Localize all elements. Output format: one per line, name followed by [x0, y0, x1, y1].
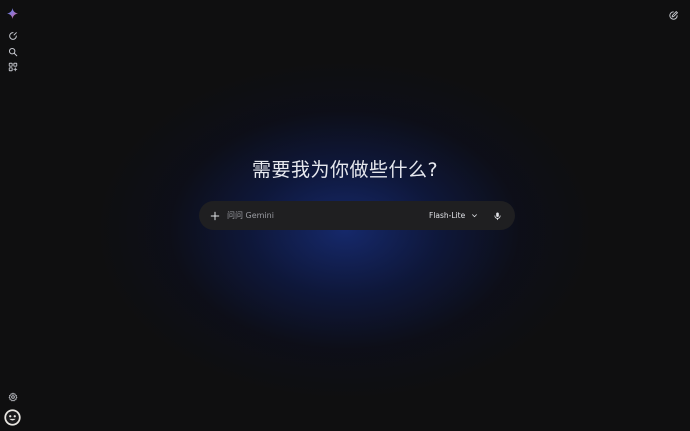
- model-label: Flash-Lite: [429, 211, 466, 220]
- microphone-icon: [494, 211, 501, 220]
- sidebar-rail: [0, 0, 26, 431]
- chevron-down-icon: [471, 212, 478, 219]
- page-title: 需要我为你做些什么?: [251, 159, 439, 181]
- prompt-input[interactable]: [227, 206, 417, 225]
- search-icon: [8, 47, 17, 56]
- settings-button[interactable]: [4, 388, 21, 405]
- profile-avatar[interactable]: [3, 408, 22, 427]
- edit-pencil-icon: [669, 11, 678, 20]
- gemini-app-window: 需要我为你做些什么? Flash-Lite: [0, 0, 690, 431]
- model-selector[interactable]: Flash-Lite: [429, 208, 478, 223]
- add-attachment-button[interactable]: [206, 207, 223, 224]
- plus-icon: [210, 211, 219, 220]
- voice-input-button[interactable]: [489, 207, 506, 224]
- settings-gear-icon: [8, 392, 17, 401]
- new-chat-icon: [8, 31, 17, 40]
- sidebar-item-new-chat[interactable]: [4, 27, 21, 44]
- prompt-bar: Flash-Lite: [199, 201, 515, 230]
- new-chat-button[interactable]: [665, 7, 682, 24]
- profile-avatar-icon: [4, 409, 21, 426]
- gemini-logo-icon[interactable]: [4, 5, 21, 22]
- apps-grid-icon: [8, 62, 17, 71]
- sidebar-item-apps[interactable]: [4, 58, 21, 75]
